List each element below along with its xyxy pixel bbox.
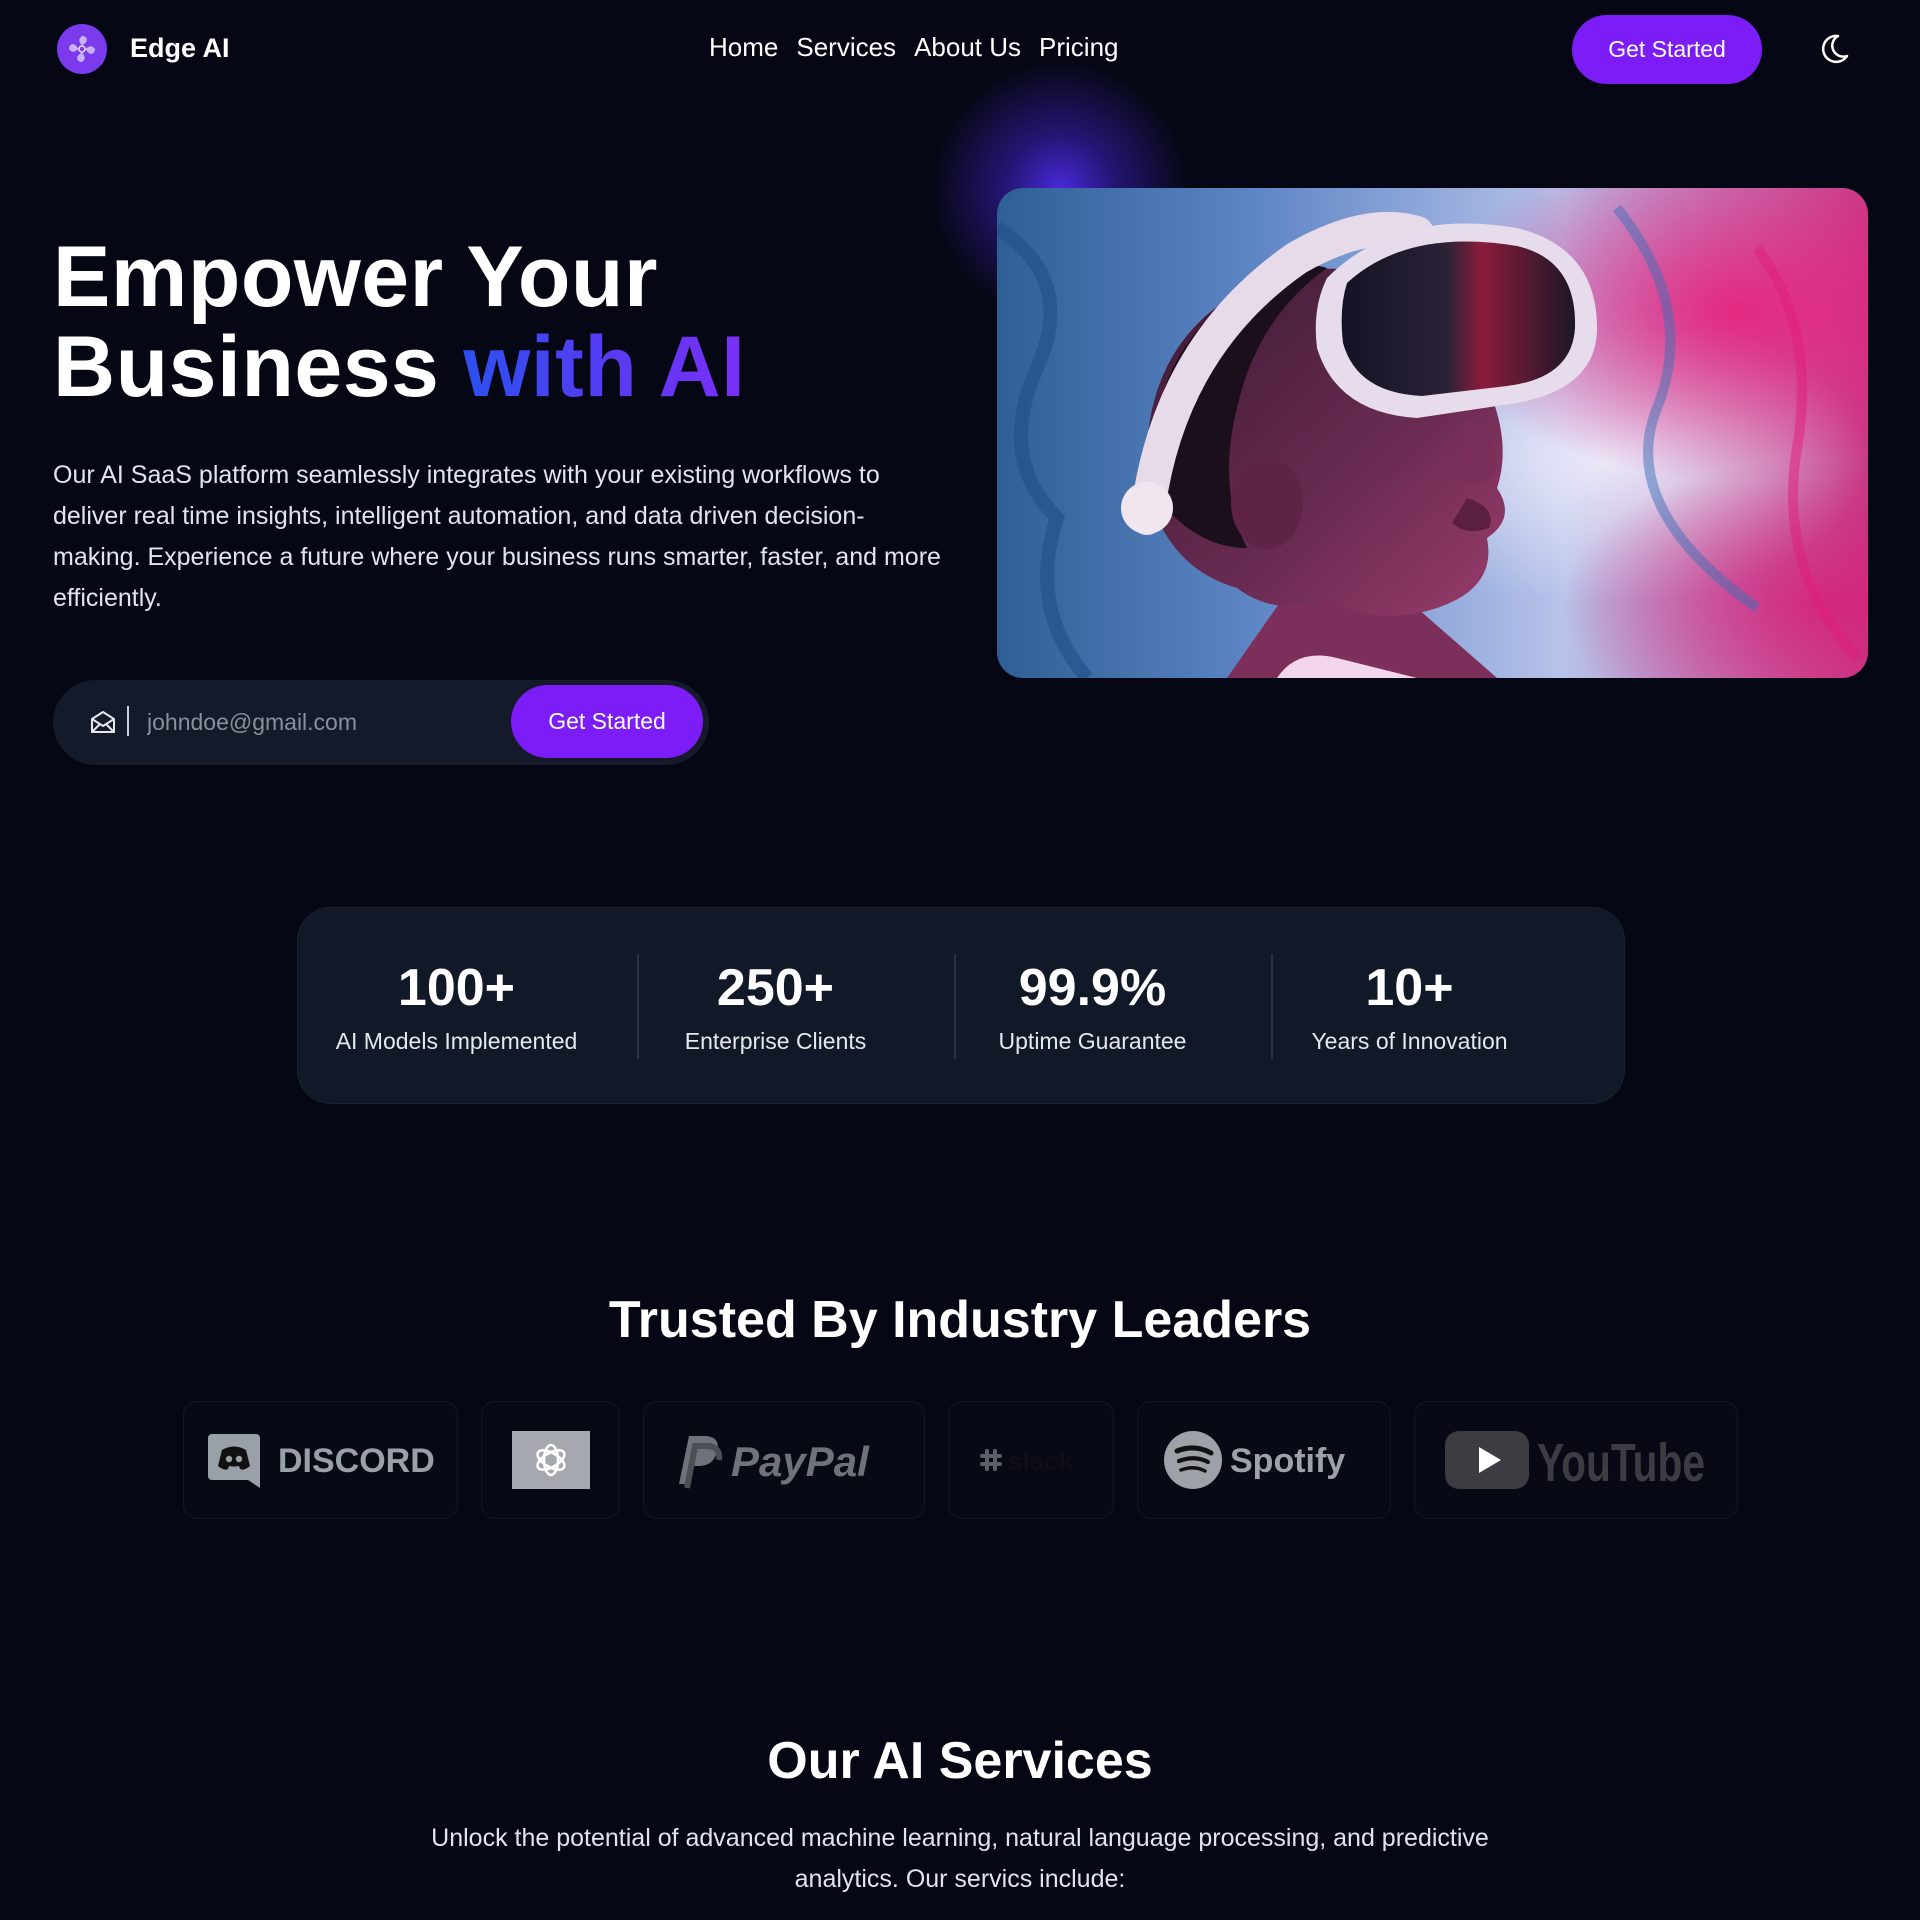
brand-name[interactable]: Edge AI bbox=[130, 33, 230, 64]
youtube-logo: YouTube bbox=[1445, 1431, 1705, 1491]
logo-card-openai[interactable] bbox=[481, 1401, 620, 1519]
nav-links: Home Services About Us Pricing bbox=[709, 32, 1119, 63]
logo-youtube-text: YouTube bbox=[1537, 1433, 1705, 1491]
openai-logo bbox=[511, 1431, 590, 1489]
stat-value: 10+ bbox=[1365, 959, 1454, 1017]
stat-value: 99.9% bbox=[1018, 959, 1167, 1017]
stats-card: 100+ AI Models Implemented 250+ Enterpri… bbox=[297, 907, 1625, 1104]
hero-image-vr-headset bbox=[997, 188, 1868, 678]
paypal-logo: PayPal bbox=[679, 1436, 870, 1489]
hero-title-line1: Empower Your bbox=[53, 229, 658, 325]
spotify-logo: Spotify bbox=[1164, 1431, 1345, 1489]
services-description: Unlock the potential of advanced machine… bbox=[431, 1824, 1489, 1893]
nav-link-home[interactable]: Home bbox=[709, 32, 778, 63]
get-started-button[interactable]: Get Started bbox=[1572, 15, 1762, 84]
nav-link-about-us[interactable]: About Us bbox=[914, 32, 1021, 63]
stat-value: 250+ bbox=[716, 959, 835, 1017]
hero-title: Empower Your Business with AI bbox=[53, 232, 746, 412]
services-title: Our AI Services bbox=[767, 1732, 1153, 1790]
stat-label: Years of Innovation bbox=[1311, 1028, 1508, 1054]
logo-spotify-text: Spotify bbox=[1230, 1442, 1345, 1480]
top-navbar: Edge AI Home Services About Us Pricing G… bbox=[0, 0, 1920, 98]
logo-card-youtube[interactable]: YouTube bbox=[1414, 1401, 1738, 1519]
nav-link-services[interactable]: Services bbox=[796, 32, 896, 63]
logo-card-paypal[interactable]: PayPal bbox=[643, 1401, 925, 1519]
logo-card-spotify[interactable]: Spotify bbox=[1137, 1401, 1391, 1519]
logo-slack-text: slack bbox=[1008, 1446, 1074, 1476]
text-cursor-divider bbox=[127, 706, 129, 736]
stat-value: 100+ bbox=[397, 959, 516, 1017]
email-signup-form: Get Started bbox=[53, 680, 709, 765]
logo-discord-text: DISCORD bbox=[278, 1442, 434, 1480]
mail-icon bbox=[89, 708, 117, 736]
logo-paypal-text: PayPal bbox=[731, 1438, 870, 1485]
discord-logo: DISCORD bbox=[207, 1434, 434, 1488]
stat-innovation: 10+ Years of Innovation bbox=[1251, 908, 1568, 1105]
slack-logo: slack bbox=[980, 1446, 1074, 1476]
hero-title-business: Business bbox=[53, 319, 440, 415]
hero-title-line2: Business with AI bbox=[53, 322, 746, 412]
hero-description: Our AI SaaS platform seamlessly integrat… bbox=[53, 461, 941, 612]
moon-icon[interactable] bbox=[1816, 31, 1852, 67]
trusted-title: Trusted By Industry Leaders bbox=[608, 1291, 1312, 1349]
email-get-started-button[interactable]: Get Started bbox=[511, 685, 703, 758]
stat-label: Uptime Guarantee bbox=[998, 1028, 1187, 1054]
nav-link-pricing[interactable]: Pricing bbox=[1039, 32, 1118, 63]
logo-card-discord[interactable]: DISCORD bbox=[183, 1401, 458, 1519]
logo-card-slack[interactable]: slack bbox=[948, 1401, 1114, 1519]
stat-models: 100+ AI Models Implemented bbox=[298, 908, 615, 1105]
hero-title-accent: with AI bbox=[463, 319, 746, 415]
email-input[interactable] bbox=[147, 698, 497, 746]
stat-label: AI Models Implemented bbox=[335, 1028, 578, 1054]
stat-uptime: 99.9% Uptime Guarantee bbox=[934, 908, 1251, 1105]
stat-label: Enterprise Clients bbox=[684, 1028, 867, 1054]
stat-clients: 250+ Enterprise Clients bbox=[617, 908, 934, 1105]
logo-icon[interactable] bbox=[57, 24, 107, 74]
